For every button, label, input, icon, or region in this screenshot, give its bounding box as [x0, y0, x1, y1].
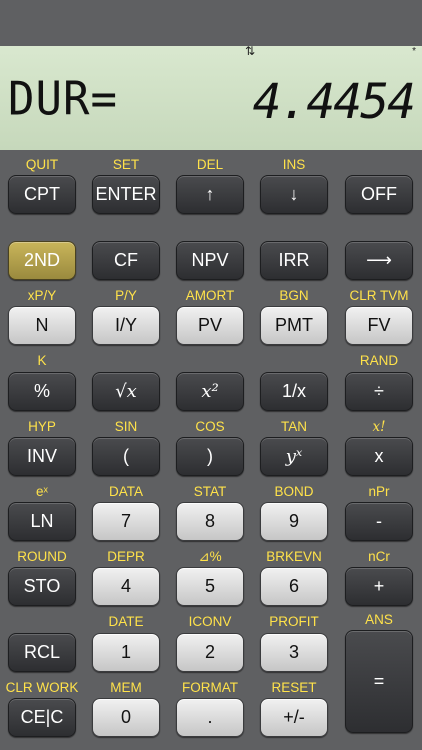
second-label-clr-work: CLR WORK [5, 680, 79, 695]
digit-6-key[interactable]: 6 [260, 567, 328, 606]
decimal-point-key[interactable]: . [176, 698, 244, 737]
second-label-cos: COS [195, 419, 225, 434]
equals-key[interactable]: = [345, 630, 413, 733]
second-label-reset: RESET [271, 680, 317, 695]
arrows-indicator: ⇅ [245, 44, 256, 58]
second-label-npr: nPr [368, 484, 390, 499]
second-label-hyp: HYP [28, 419, 56, 434]
iy-key[interactable]: I/Y [92, 306, 160, 345]
multiply-key[interactable]: x [345, 437, 413, 476]
second-label-set: SET [112, 157, 140, 172]
second-label-xpy: xP/Y [27, 288, 57, 303]
second-label-tan: TAN [281, 419, 307, 434]
second-label-date: DATE [108, 614, 144, 629]
change-sign-key[interactable]: +/- [260, 698, 328, 737]
digit-9-key[interactable]: 9 [260, 502, 328, 541]
second-label-k: K [37, 353, 47, 368]
second-function-key[interactable]: 2ND [8, 241, 76, 280]
second-label-stat: STAT [193, 484, 227, 499]
second-label-delta-percent: ⊿% [198, 549, 222, 564]
second-label-py: P/Y [115, 288, 137, 303]
cpt-key[interactable]: CPT [8, 175, 76, 214]
status-bar [0, 0, 422, 46]
display-value: 4.4454 [252, 74, 416, 130]
inv-key[interactable]: INV [8, 437, 76, 476]
rcl-key[interactable]: RCL [8, 633, 76, 672]
second-label-del: DEL [196, 157, 224, 172]
digit-2-key[interactable]: 2 [176, 633, 244, 672]
second-label-bgn: BGN [279, 288, 309, 303]
second-label-exp: eˣ [36, 484, 48, 499]
second-label-factorial: x! [372, 419, 386, 435]
digit-8-key[interactable]: 8 [176, 502, 244, 541]
pmt-key[interactable]: PMT [260, 306, 328, 345]
plus-key[interactable]: + [345, 567, 413, 606]
pv-key[interactable]: PV [176, 306, 244, 345]
second-label-iconv: ICONV [188, 614, 232, 629]
second-label-sin: SIN [114, 419, 138, 434]
second-label-rand: RAND [359, 353, 399, 368]
second-label-bond: BOND [274, 484, 314, 499]
second-label-format: FORMAT [182, 680, 238, 695]
digit-4-key[interactable]: 4 [92, 567, 160, 606]
second-label-brkevn: BRKEVN [266, 549, 322, 564]
display-label: DUR= [8, 72, 118, 127]
enter-key[interactable]: ENTER [92, 175, 160, 214]
sto-key[interactable]: STO [8, 567, 76, 606]
square-root-key[interactable]: √x [92, 372, 160, 411]
npv-key[interactable]: NPV [176, 241, 244, 280]
second-label-mem: MEM [110, 680, 142, 695]
star-indicator: * [412, 46, 416, 57]
second-label-ncr: nCr [368, 549, 390, 564]
power-key[interactable]: yˣ [260, 437, 328, 476]
ln-key[interactable]: LN [8, 502, 76, 541]
down-arrow-key[interactable]: ↓ [260, 175, 328, 214]
reciprocal-key[interactable]: 1/x [260, 372, 328, 411]
second-label-ans: ANS [365, 612, 393, 627]
digit-5-key[interactable]: 5 [176, 567, 244, 606]
n-key[interactable]: N [8, 306, 76, 345]
minus-key[interactable]: - [345, 502, 413, 541]
second-label-quit: QUIT [25, 157, 59, 172]
divide-key[interactable]: ÷ [345, 372, 413, 411]
second-label-amort: AMORT [185, 288, 235, 303]
up-arrow-key[interactable]: ↑ [176, 175, 244, 214]
digit-0-key[interactable]: 0 [92, 698, 160, 737]
second-label-data: DATA [108, 484, 143, 499]
second-label-depr: DEPR [107, 549, 145, 564]
lcd-display: ⇅ * DUR= 4.4454 [0, 44, 422, 150]
second-label-clr-tvm: CLR TVM [349, 288, 409, 303]
clear-entry-key[interactable]: CE|C [8, 698, 76, 737]
irr-key[interactable]: IRR [260, 241, 328, 280]
second-label-round: ROUND [17, 549, 67, 564]
backspace-arrow-key[interactable]: ⟶ [345, 241, 413, 280]
fv-key[interactable]: FV [345, 306, 413, 345]
digit-7-key[interactable]: 7 [92, 502, 160, 541]
cf-key[interactable]: CF [92, 241, 160, 280]
percent-key[interactable]: % [8, 372, 76, 411]
square-key[interactable]: x² [176, 372, 244, 411]
off-key[interactable]: OFF [345, 175, 413, 214]
digit-1-key[interactable]: 1 [92, 633, 160, 672]
second-label-ins: INS [282, 157, 306, 172]
digit-3-key[interactable]: 3 [260, 633, 328, 672]
close-paren-key[interactable]: ) [176, 437, 244, 476]
open-paren-key[interactable]: ( [92, 437, 160, 476]
second-label-profit: PROFIT [269, 614, 319, 629]
